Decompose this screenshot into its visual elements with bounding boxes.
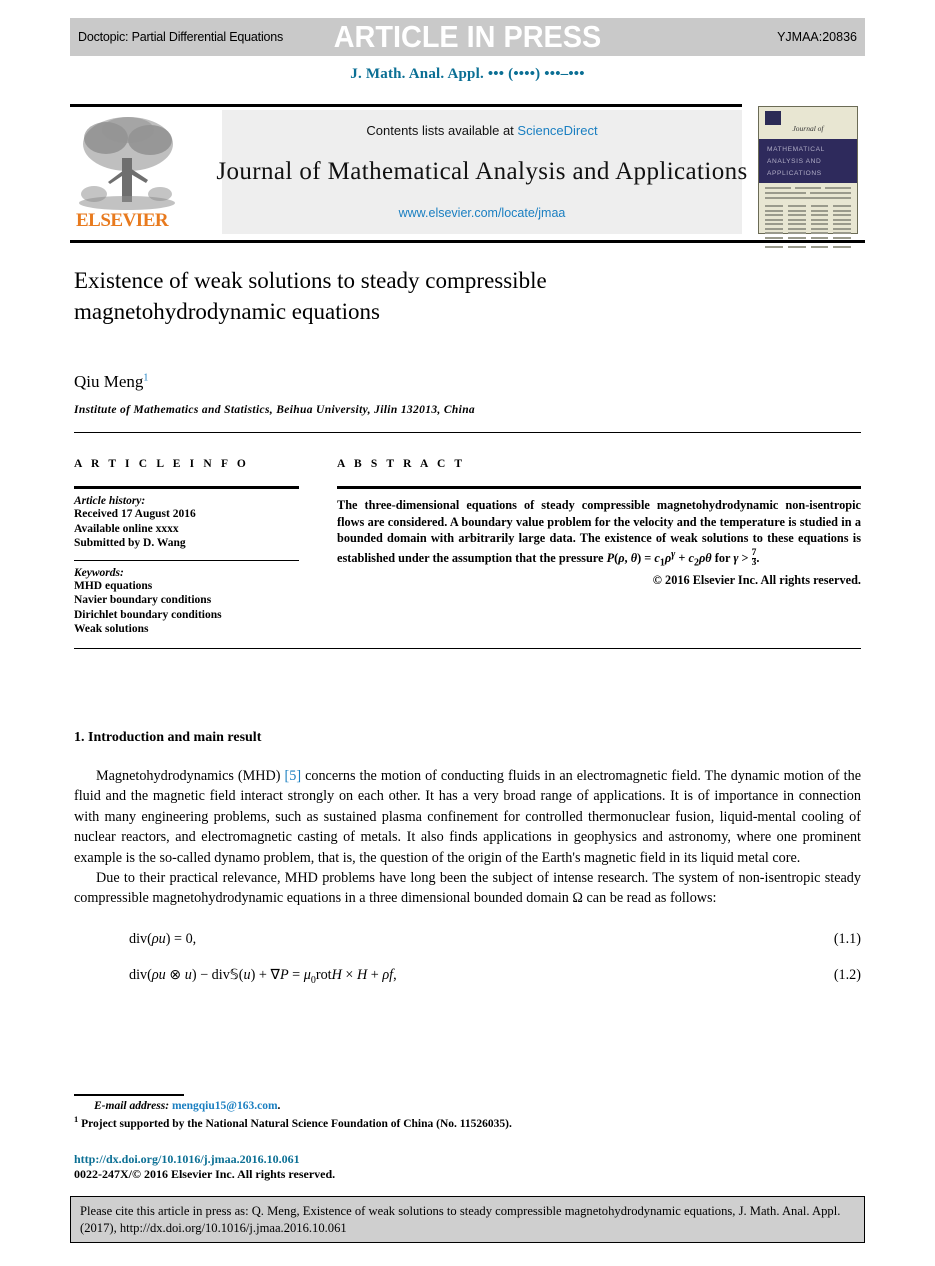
abstract-column: A B S T R A C T The three-dimensional eq… xyxy=(337,458,861,588)
keywords-block: Keywords: MHD equations Navier boundary … xyxy=(74,567,299,637)
footnote-block: E-mail address: mengqiu15@163.com. 1 Pro… xyxy=(74,1100,861,1130)
journal-masthead: ELSEVIER Contents lists available at Sci… xyxy=(70,104,865,248)
affiliation-rule xyxy=(74,432,861,433)
issn-copyright-line: 0022-247X/© 2016 Elsevier Inc. All right… xyxy=(74,1167,336,1181)
paragraph-1: Magnetohydrodynamics (MHD) [5] concerns … xyxy=(74,766,861,868)
contents-prefix: Contents lists available at xyxy=(366,123,518,138)
equation-1-1-number: (1.1) xyxy=(833,930,861,947)
history-item: Submitted by D. Wang xyxy=(74,537,186,549)
article-in-press-band: Doctopic: Partial Differential Equations… xyxy=(70,18,865,56)
abstract-rule xyxy=(337,486,861,489)
keywords-label: Keywords: xyxy=(74,566,124,579)
author-affiliation: Institute of Mathematics and Statistics,… xyxy=(74,404,476,416)
article-history-block: Article history: Received 17 August 2016… xyxy=(74,495,299,551)
masthead-bottom-rule xyxy=(70,240,865,243)
email-link[interactable]: mengqiu15@163.com xyxy=(172,1100,278,1112)
abstract-formula: P(ρ, θ) = c1ργ + c2ρθ xyxy=(606,548,712,569)
funding-footnote-marker: 1 xyxy=(74,1114,79,1124)
journal-homepage-link[interactable]: www.elsevier.com/locate/jmaa xyxy=(399,206,566,220)
para1-part-a: Magnetohydrodynamics (MHD) xyxy=(96,768,285,784)
elsevier-logo: ELSEVIER xyxy=(72,110,182,234)
cover-contents-columns xyxy=(765,205,851,250)
masthead-top-rule xyxy=(70,104,742,107)
contents-available-line: Contents lists available at ScienceDirec… xyxy=(366,123,597,138)
history-item: Received 17 August 2016 xyxy=(74,508,196,520)
article-history-label: Article history: xyxy=(74,495,146,507)
article-info-rule-mid xyxy=(74,559,299,561)
abstract-text: The three-dimensional equations of stead… xyxy=(337,498,861,565)
keyword-item: Navier boundary conditions xyxy=(74,594,212,606)
cover-top-area: Journal of xyxy=(759,107,857,141)
info-section-bottom-rule xyxy=(74,648,861,649)
abstract-gamma-condition: γ > 73. xyxy=(733,547,760,568)
journal-reference-line: J. Math. Anal. Appl. ••• (••••) •••–••• xyxy=(350,66,585,82)
cover-band-line-1: MATHEMATICAL xyxy=(767,146,825,153)
author-label: Qiu Meng xyxy=(74,372,144,391)
equation-row-1-2: div(ρu ⊗ u) − div𝕊(u) + ∇P = μ0rotH × H … xyxy=(74,967,861,986)
email-suffix: . xyxy=(277,1100,281,1112)
elsevier-tree-icon xyxy=(79,117,175,210)
funding-footnote-text: Project supported by the National Natura… xyxy=(81,1117,512,1130)
article-page: Doctopic: Partial Differential Equations… xyxy=(0,0,935,1266)
abstract-copyright: © 2016 Elsevier Inc. All rights reserved… xyxy=(652,572,861,587)
body-text: Magnetohydrodynamics (MHD) [5] concerns … xyxy=(74,766,861,986)
keyword-item: Weak solutions xyxy=(74,623,149,635)
cover-publisher-mark-icon xyxy=(765,111,781,125)
cite-this-article-box: Please cite this article in press as: Q.… xyxy=(70,1196,865,1243)
masthead-center-block: Contents lists available at ScienceDirec… xyxy=(216,110,747,234)
abstract-body: The three-dimensional equations of stead… xyxy=(337,497,861,572)
citation-link-5[interactable]: [5] xyxy=(285,768,302,784)
cover-band-line-3: APPLICATIONS xyxy=(767,170,822,177)
article-info-rule-top xyxy=(74,486,299,489)
equation-1-2-number: (1.2) xyxy=(833,966,861,983)
cover-journal-of-label: Journal of xyxy=(792,124,824,133)
cover-title-band: MATHEMATICAL ANALYSIS AND APPLICATIONS xyxy=(759,139,857,183)
journal-title: Journal of Mathematical Analysis and App… xyxy=(216,158,748,185)
journal-cover-thumbnail: Journal of MATHEMATICAL ANALYSIS AND APP… xyxy=(758,106,858,248)
footnote-separator-rule xyxy=(74,1094,184,1096)
section-heading-introduction: 1. Introduction and main result xyxy=(74,730,262,745)
email-address-label: E-mail address: xyxy=(94,1100,170,1112)
author-name: Qiu Meng1 xyxy=(74,372,148,392)
equation-1-1-body: div(ρu) = 0, xyxy=(129,930,197,947)
abstract-heading: A B S T R A C T xyxy=(337,458,466,470)
cover-band-line-2: ANALYSIS AND xyxy=(767,158,822,165)
sciencedirect-link[interactable]: ScienceDirect xyxy=(517,123,597,138)
equation-row-1-1: div(ρu) = 0, (1.1) xyxy=(74,931,861,948)
keyword-item: MHD equations xyxy=(74,579,153,592)
funding-footnote: 1 Project supported by the National Natu… xyxy=(74,1114,861,1130)
paragraph-2: Due to their practical relevance, MHD pr… xyxy=(74,870,861,907)
abstract-formula-tail: for xyxy=(714,550,731,565)
equation-1-2-body: div(ρu ⊗ u) − div𝕊(u) + ∇P = μ0rotH × H … xyxy=(129,966,397,986)
author-footnote-marker[interactable]: 1 xyxy=(143,372,148,383)
elsevier-wordmark: ELSEVIER xyxy=(76,210,169,231)
article-info-heading: A R T I C L E I N F O xyxy=(74,458,249,470)
article-info-column: A R T I C L E I N F O Article history: R… xyxy=(74,458,299,637)
keyword-item: Dirichlet boundary conditions xyxy=(74,608,222,621)
article-in-press-title: ARTICLE IN PRESS xyxy=(333,19,602,54)
history-item: Available online xxxx xyxy=(74,522,179,535)
email-footnote: E-mail address: mengqiu15@163.com. xyxy=(74,1100,861,1112)
page-title: Existence of weak solutions to steady co… xyxy=(74,268,547,324)
doi-link[interactable]: http://dx.doi.org/10.1016/j.jmaa.2016.10… xyxy=(74,1152,300,1167)
